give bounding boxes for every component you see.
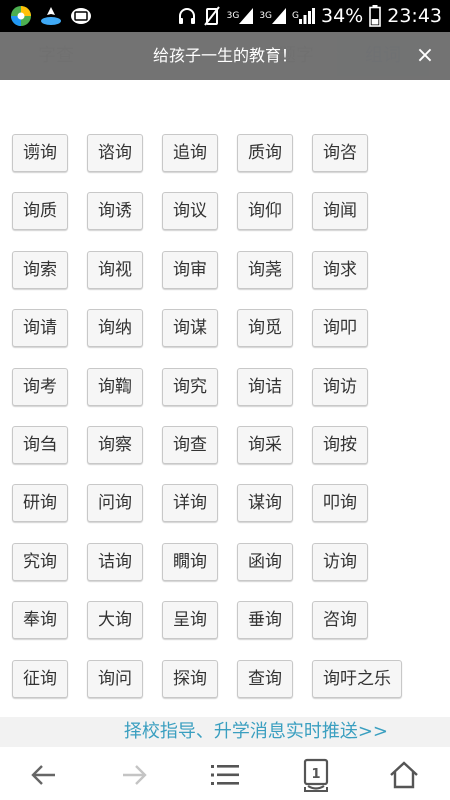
menu-button[interactable] (205, 755, 245, 795)
promo-link[interactable]: 择校指导、升学消息实时推送>> (0, 717, 450, 747)
word-button[interactable]: 奉询 (12, 601, 68, 639)
word-button[interactable]: 查询 (237, 660, 293, 698)
word-grid: 谫询 谘询 追询 质询 询咨询质 询诱 询议 询仰 询闻询索 询视 询审 询荛 询求询请 询纳 询谋 询觅 询叩… (0, 0, 450, 800)
word-button[interactable]: 询谋 (162, 309, 218, 347)
word-button[interactable]: 谘询 (87, 134, 143, 172)
word-button[interactable]: 大询 (87, 601, 143, 639)
word-button[interactable]: 征询 (12, 660, 68, 698)
word-button[interactable]: 探询 (162, 660, 218, 698)
word-button[interactable]: 询仰 (237, 192, 293, 230)
browser-nav-bar: 1 (0, 747, 450, 800)
home-button[interactable] (384, 755, 424, 795)
word-button[interactable]: 问询 (87, 484, 143, 522)
word-button[interactable]: 详询 (162, 484, 218, 522)
word-button[interactable]: 瞯询 (162, 543, 218, 581)
word-button[interactable]: 询采 (237, 426, 293, 464)
word-button[interactable]: 询闻 (312, 192, 368, 230)
word-button[interactable]: 询质 (12, 192, 68, 230)
arrow-left-icon (31, 765, 55, 785)
word-button[interactable]: 询审 (162, 251, 218, 289)
forward-button[interactable] (114, 755, 154, 795)
word-button[interactable]: 诘询 (87, 543, 143, 581)
word-button[interactable]: 谫询 (12, 134, 68, 172)
word-button[interactable]: 询按 (312, 426, 368, 464)
word-button[interactable]: 询究 (162, 368, 218, 406)
word-button[interactable]: 询索 (12, 251, 68, 289)
word-button[interactable]: 询议 (162, 192, 218, 230)
word-button[interactable]: 呈询 (162, 601, 218, 639)
arrow-right-icon (123, 765, 147, 785)
tabs-icon: 1 (303, 758, 329, 792)
word-button[interactable]: 究询 (12, 543, 68, 581)
word-button[interactable]: 询咨 (312, 134, 368, 172)
menu-icon (211, 765, 239, 785)
tabs-button[interactable]: 1 (296, 755, 336, 795)
word-button[interactable]: 询吁之乐 (312, 660, 402, 698)
tab-count: 1 (311, 767, 320, 782)
word-button[interactable]: 咨询 (312, 601, 368, 639)
word-button[interactable]: 叩询 (312, 484, 368, 522)
word-button[interactable]: 询求 (312, 251, 368, 289)
word-button[interactable]: 追询 (162, 134, 218, 172)
word-button[interactable]: 询荛 (237, 251, 293, 289)
word-button[interactable]: 询考 (12, 368, 68, 406)
word-button[interactable]: 询觅 (237, 309, 293, 347)
word-button[interactable]: 询察 (87, 426, 143, 464)
word-button[interactable]: 询问 (87, 660, 143, 698)
home-icon (390, 761, 418, 789)
word-button[interactable]: 询叩 (312, 309, 368, 347)
word-button[interactable]: 询诘 (237, 368, 293, 406)
word-button[interactable]: 研询 (12, 484, 68, 522)
back-button[interactable] (24, 755, 64, 795)
word-button[interactable]: 函询 (237, 543, 293, 581)
word-button[interactable]: 垂询 (237, 601, 293, 639)
word-button[interactable]: 询诱 (87, 192, 143, 230)
word-button[interactable]: 询访 (312, 368, 368, 406)
word-button[interactable]: 询刍 (12, 426, 68, 464)
word-button[interactable]: 访询 (312, 543, 368, 581)
word-button[interactable]: 询视 (87, 251, 143, 289)
word-button[interactable]: 询纳 (87, 309, 143, 347)
word-button[interactable]: 询请 (12, 309, 68, 347)
word-button[interactable]: 质询 (237, 134, 293, 172)
word-button[interactable]: 询查 (162, 426, 218, 464)
word-button[interactable]: 询鞫 (87, 368, 143, 406)
word-button[interactable]: 谋询 (237, 484, 293, 522)
